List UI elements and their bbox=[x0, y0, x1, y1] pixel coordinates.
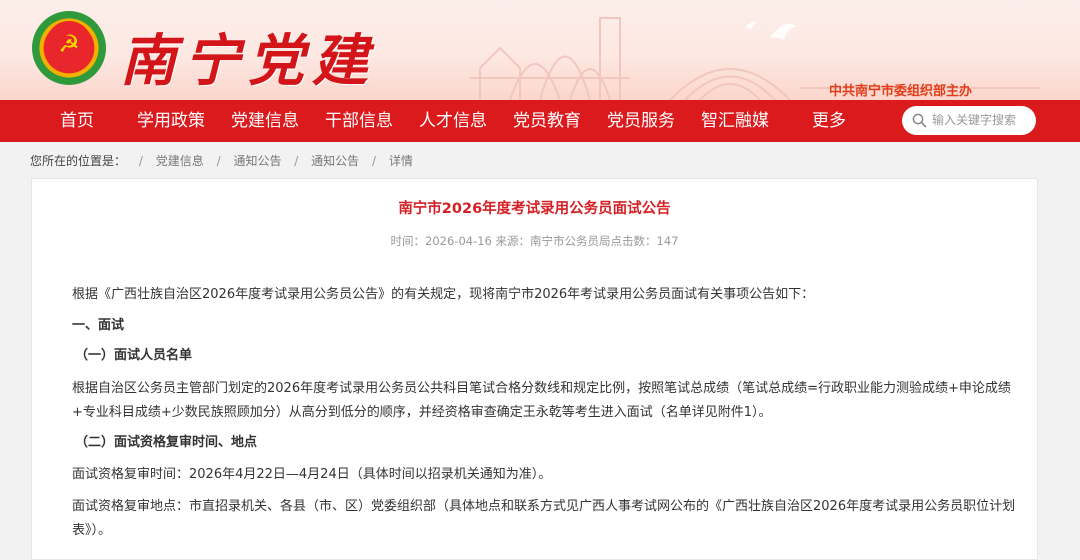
search-box[interactable] bbox=[902, 106, 1036, 135]
nav-item-more[interactable]: 更多 bbox=[812, 100, 846, 142]
nav-item-media[interactable]: 智汇融媒 bbox=[701, 100, 769, 142]
breadcrumb-notices-sub[interactable]: 通知公告 bbox=[311, 154, 359, 168]
nav-item-home[interactable]: 首页 bbox=[60, 100, 94, 142]
nav-item-service[interactable]: 党员服务 bbox=[607, 100, 675, 142]
city-skyline-illustration bbox=[470, 17, 1040, 100]
article-subheading: （二）面试资格复审时间、地点 bbox=[75, 435, 258, 450]
breadcrumb-party-news[interactable]: 党建信息 bbox=[156, 154, 204, 168]
article-paragraph: 根据自治区公务员主管部门划定的2026年度考试录用公务员公共科目笔试合格分数线和… bbox=[72, 381, 1011, 420]
breadcrumb-separator: / bbox=[294, 154, 299, 168]
nav-item-cadre[interactable]: 干部信息 bbox=[325, 100, 393, 142]
breadcrumb-separator: / bbox=[216, 154, 221, 168]
article-heading: 一、面试 bbox=[72, 318, 125, 333]
article-paragraph: 面试资格复审地点：市直招录机关、各县（市、区）党委组织部（具体地点和联系方式见广… bbox=[72, 499, 1016, 538]
article-card: 南宁市2026年度考试录用公务员面试公告 时间：2026-04-16 来源：南宁… bbox=[31, 178, 1038, 560]
nav-item-talent[interactable]: 人才信息 bbox=[419, 100, 487, 142]
breadcrumb-label: 您所在的位置是： bbox=[30, 154, 127, 168]
nav-item-party-news[interactable]: 党建信息 bbox=[231, 100, 299, 142]
article-paragraph: 面试资格复审时间：2026年4月22日—4月24日（具体时间以招录机关通知为准）… bbox=[72, 467, 552, 482]
search-icon[interactable] bbox=[912, 113, 927, 128]
article-title: 南宁市2026年度考试录用公务员面试公告 bbox=[398, 201, 671, 217]
breadcrumb: 您所在的位置是： / 党建信息 / 通知公告 / 通知公告 / 详情 bbox=[30, 152, 413, 169]
search-input[interactable] bbox=[932, 110, 1030, 130]
breadcrumb-current: 详情 bbox=[388, 154, 413, 168]
article-subheading: （一）面试人员名单 bbox=[75, 348, 193, 363]
article-meta: 时间：2026-04-16 来源：南宁市公务员局点击数：147 bbox=[390, 234, 679, 248]
breadcrumb-separator: / bbox=[372, 154, 377, 168]
hammer-sickle-icon: ☭ bbox=[46, 21, 92, 67]
article-paragraph: 根据《广西壮族自治区2026年度考试录用公务员公告》的有关规定，现将南宁市202… bbox=[72, 287, 815, 302]
breadcrumb-separator: / bbox=[138, 154, 143, 168]
sponsor-text: 中共南宁市委组织部主办 bbox=[828, 84, 972, 99]
main-nav: 首页 学用政策 党建信息 干部信息 人才信息 党员教育 党员服务 智汇融媒 更多 bbox=[0, 100, 1080, 142]
nav-item-policy[interactable]: 学用政策 bbox=[137, 100, 205, 142]
party-logo[interactable]: ☭ bbox=[32, 11, 106, 85]
breadcrumb-notices[interactable]: 通知公告 bbox=[233, 154, 281, 168]
site-title[interactable]: 南宁党建 bbox=[120, 16, 376, 97]
header-banner: ☭ 南宁党建 中共南宁市委组织部主办 bbox=[0, 0, 1080, 100]
nav-item-education[interactable]: 党员教育 bbox=[513, 100, 581, 142]
